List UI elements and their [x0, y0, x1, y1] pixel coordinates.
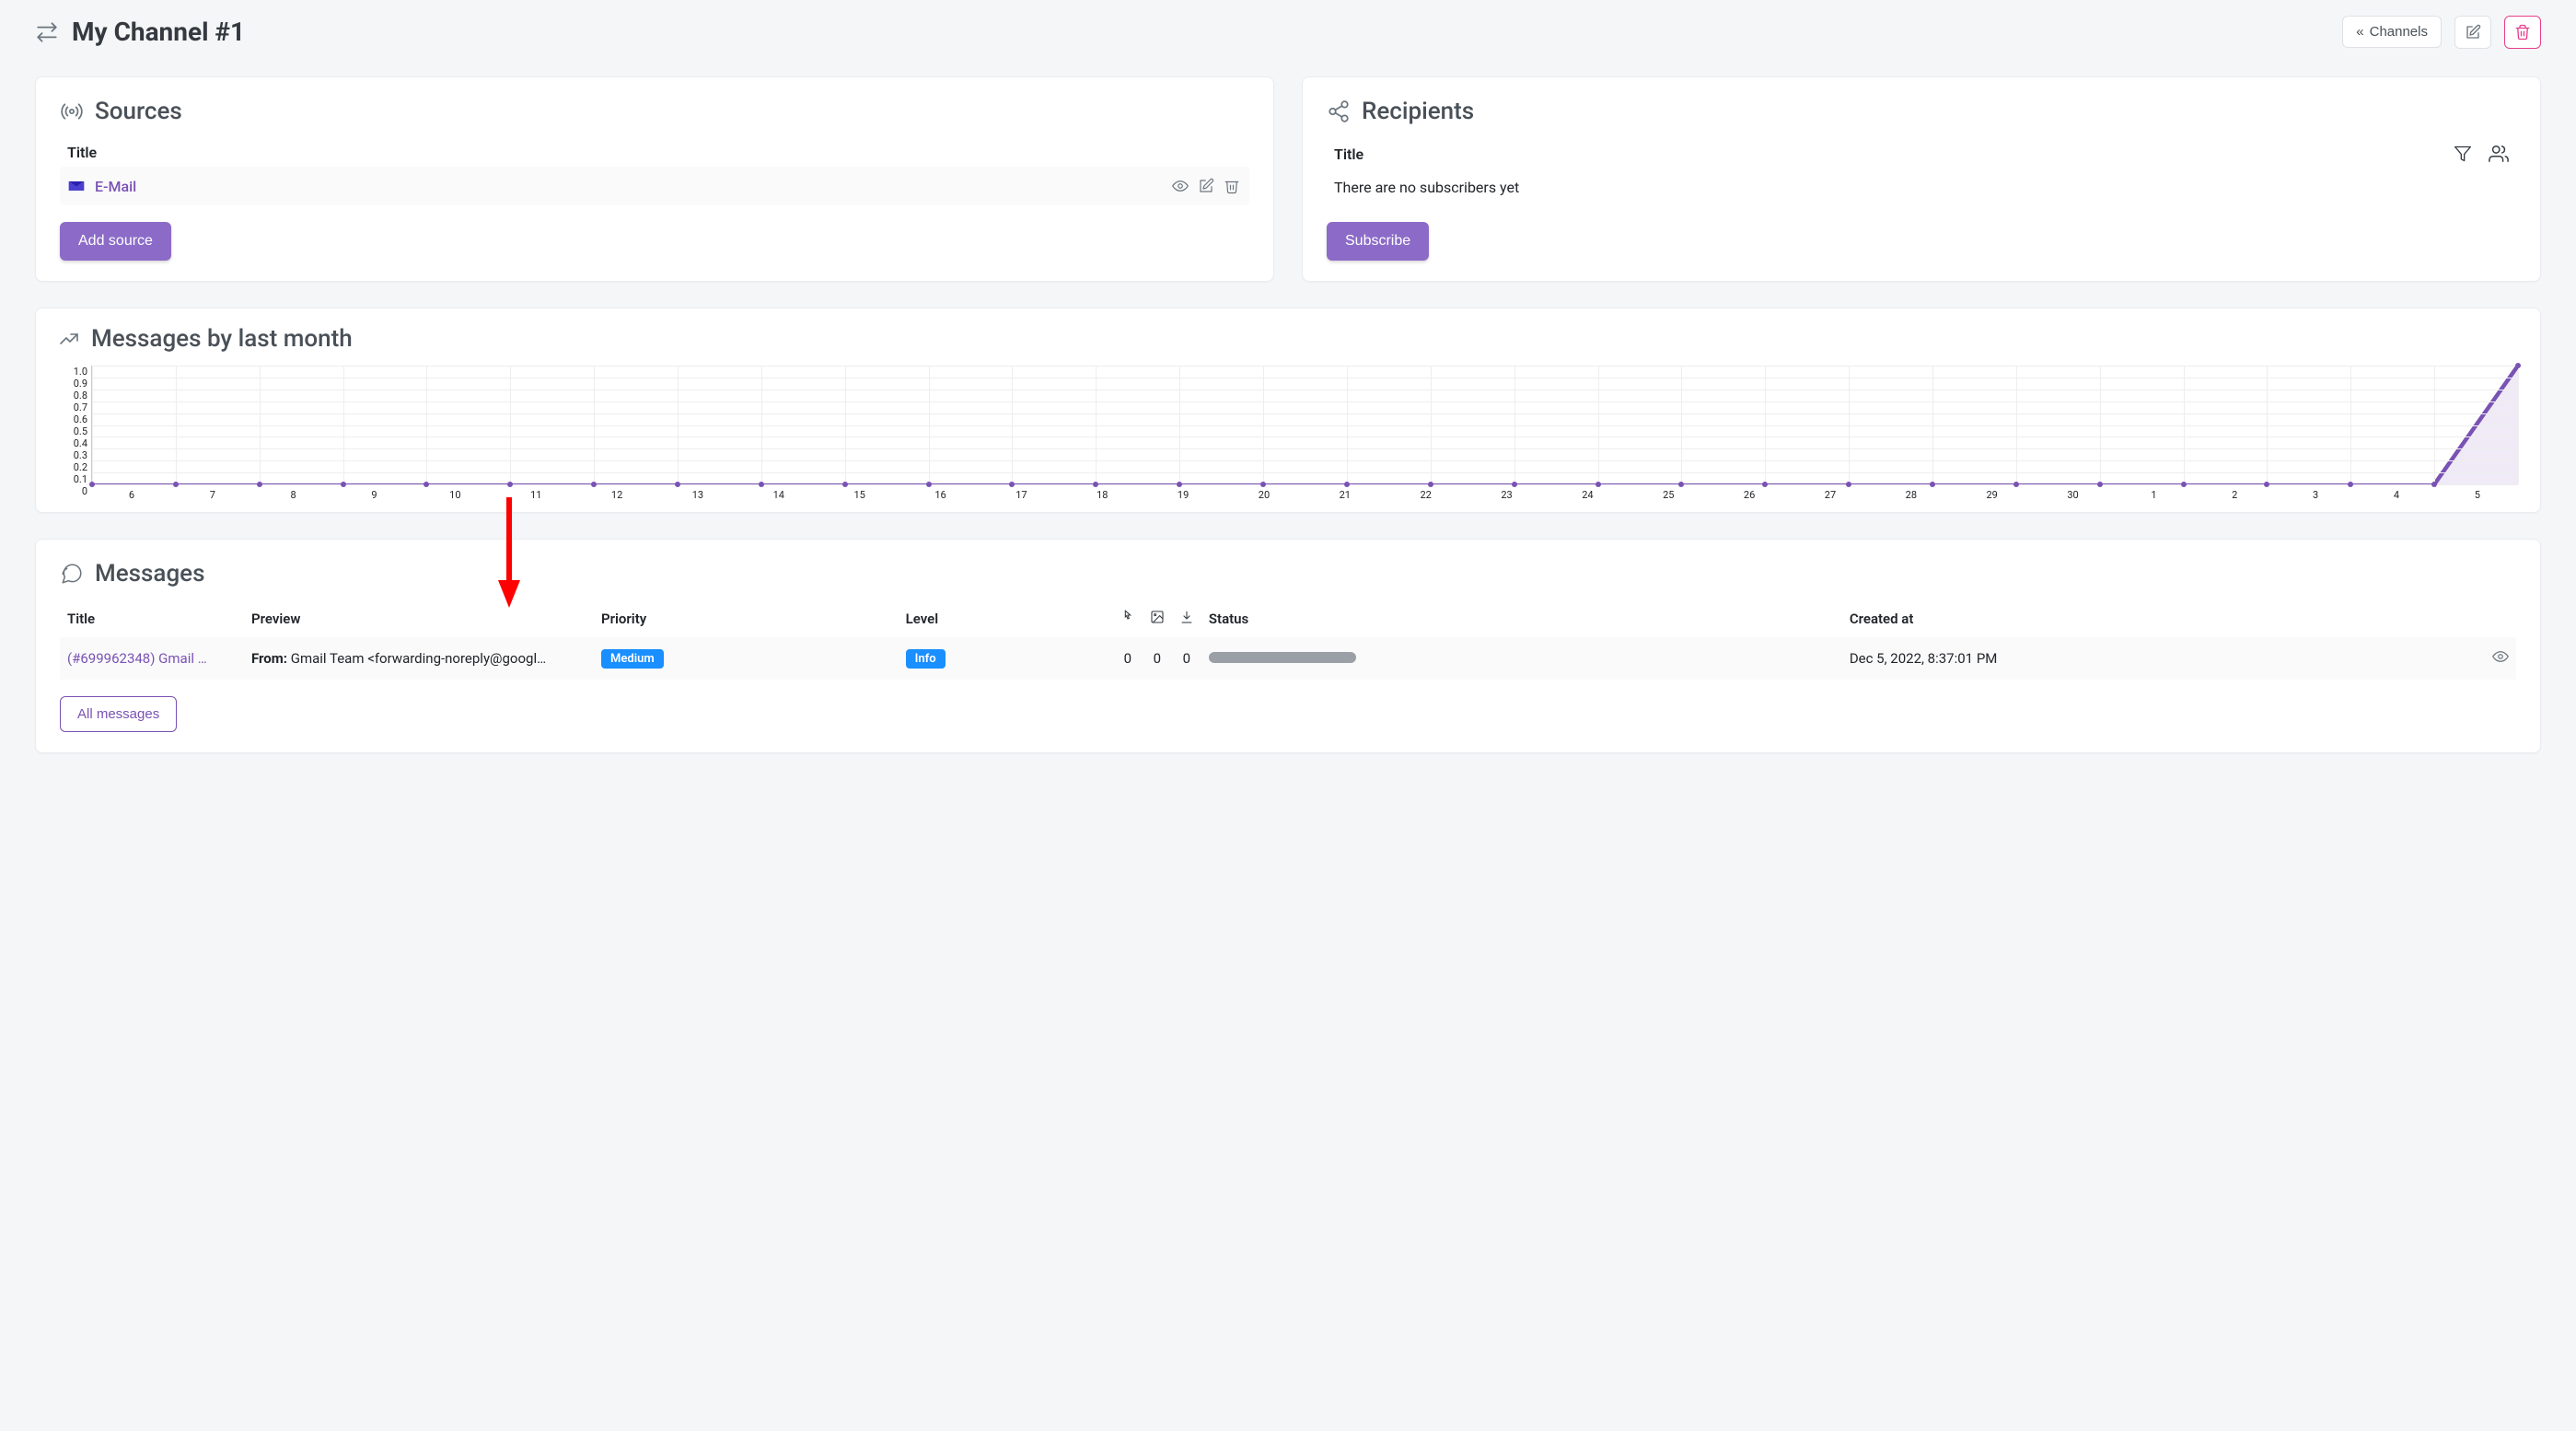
download-icon [1179, 610, 1194, 624]
edit-icon[interactable] [1196, 176, 1216, 196]
subscribe-button[interactable]: Subscribe [1327, 222, 1429, 261]
edit-icon [2465, 24, 2481, 41]
chart-line-icon [58, 328, 80, 350]
sources-table-header: Title [60, 138, 1249, 167]
downloads-count: 0 [1172, 637, 1201, 680]
status-pill [1209, 652, 1356, 663]
recipients-table-header: Title [1327, 138, 2516, 169]
trash-icon [2514, 24, 2531, 41]
arrow-annotation [494, 497, 524, 608]
source-row: E-Mail [60, 167, 1249, 205]
col-title: Title [60, 600, 244, 637]
col-level: Level [899, 600, 1113, 637]
message-preview: From: Gmail Team <forwarding-noreply@goo… [244, 637, 594, 680]
add-source-button[interactable]: Add source [60, 222, 171, 261]
channels-button[interactable]: « Channels [2342, 16, 2442, 48]
chart-card: Messages by last month 1.00.90.80.70.60.… [35, 308, 2541, 513]
recipients-card: Recipients Title There are no subscriber… [1302, 76, 2541, 282]
chat-icon [60, 562, 84, 586]
page-title: My Channel #1 [72, 17, 245, 47]
users-icon[interactable] [2489, 144, 2509, 164]
chevron-left-double-icon: « [2356, 24, 2363, 40]
col-clicks [1113, 600, 1143, 637]
eye-icon[interactable] [2492, 648, 2509, 665]
share-icon [1327, 99, 1351, 123]
filter-icon[interactable] [2454, 145, 2472, 163]
eye-icon[interactable] [1170, 176, 1190, 196]
recipients-title: Recipients [1362, 98, 1474, 125]
messages-title: Messages [95, 560, 205, 588]
col-images [1143, 600, 1172, 637]
preview-label: From: [251, 650, 287, 667]
messages-heading: Messages [60, 560, 2516, 588]
recipients-th-title: Title [1334, 145, 1363, 163]
preview-value: Gmail Team <forwarding-noreply@googl… [291, 650, 546, 667]
images-count: 0 [1143, 637, 1172, 680]
recipients-heading: Recipients [1327, 98, 2516, 125]
created-at: Dec 5, 2022, 8:37:01 PM [1842, 637, 2485, 680]
col-created: Created at [1842, 600, 2485, 637]
source-link[interactable]: E-Mail [95, 178, 136, 195]
delete-channel-button[interactable] [2504, 16, 2541, 49]
swap-icon [35, 20, 59, 44]
col-downloads [1172, 600, 1201, 637]
message-link[interactable]: (#699962348) Gmail … [67, 650, 207, 667]
chart-title: Messages by last month [91, 325, 353, 353]
recipients-empty: There are no subscribers yet [1327, 169, 2516, 205]
pointer-icon [1120, 610, 1135, 624]
image-icon [1150, 610, 1165, 624]
chart-plot: 1.00.90.80.70.60.50.40.30.20.10 67891011… [58, 366, 2518, 501]
edit-channel-button[interactable] [2454, 16, 2491, 49]
priority-badge: Medium [601, 649, 664, 669]
page-header: My Channel #1 « Channels [35, 9, 2541, 54]
sources-card: Sources Title E-Mail [35, 76, 1274, 282]
messages-card: Messages Title Preview Priority Level [35, 539, 2541, 753]
level-badge: Info [906, 649, 946, 669]
col-priority: Priority [594, 600, 899, 637]
channels-button-label: Channels [2370, 24, 2428, 40]
sources-th-title: Title [67, 144, 97, 161]
sources-title: Sources [95, 98, 182, 125]
col-status: Status [1201, 600, 1842, 637]
broadcast-icon [60, 99, 84, 123]
clicks-count: 0 [1113, 637, 1143, 680]
chart-heading: Messages by last month [58, 325, 2518, 353]
mail-icon [67, 177, 86, 195]
sources-heading: Sources [60, 98, 1249, 125]
table-row: (#699962348) Gmail … From: Gmail Team <f… [60, 637, 2516, 680]
col-preview: Preview [244, 600, 594, 637]
all-messages-button[interactable]: All messages [60, 696, 177, 732]
messages-table: Title Preview Priority Level Status Crea… [60, 600, 2516, 680]
trash-icon[interactable] [1222, 176, 1242, 196]
